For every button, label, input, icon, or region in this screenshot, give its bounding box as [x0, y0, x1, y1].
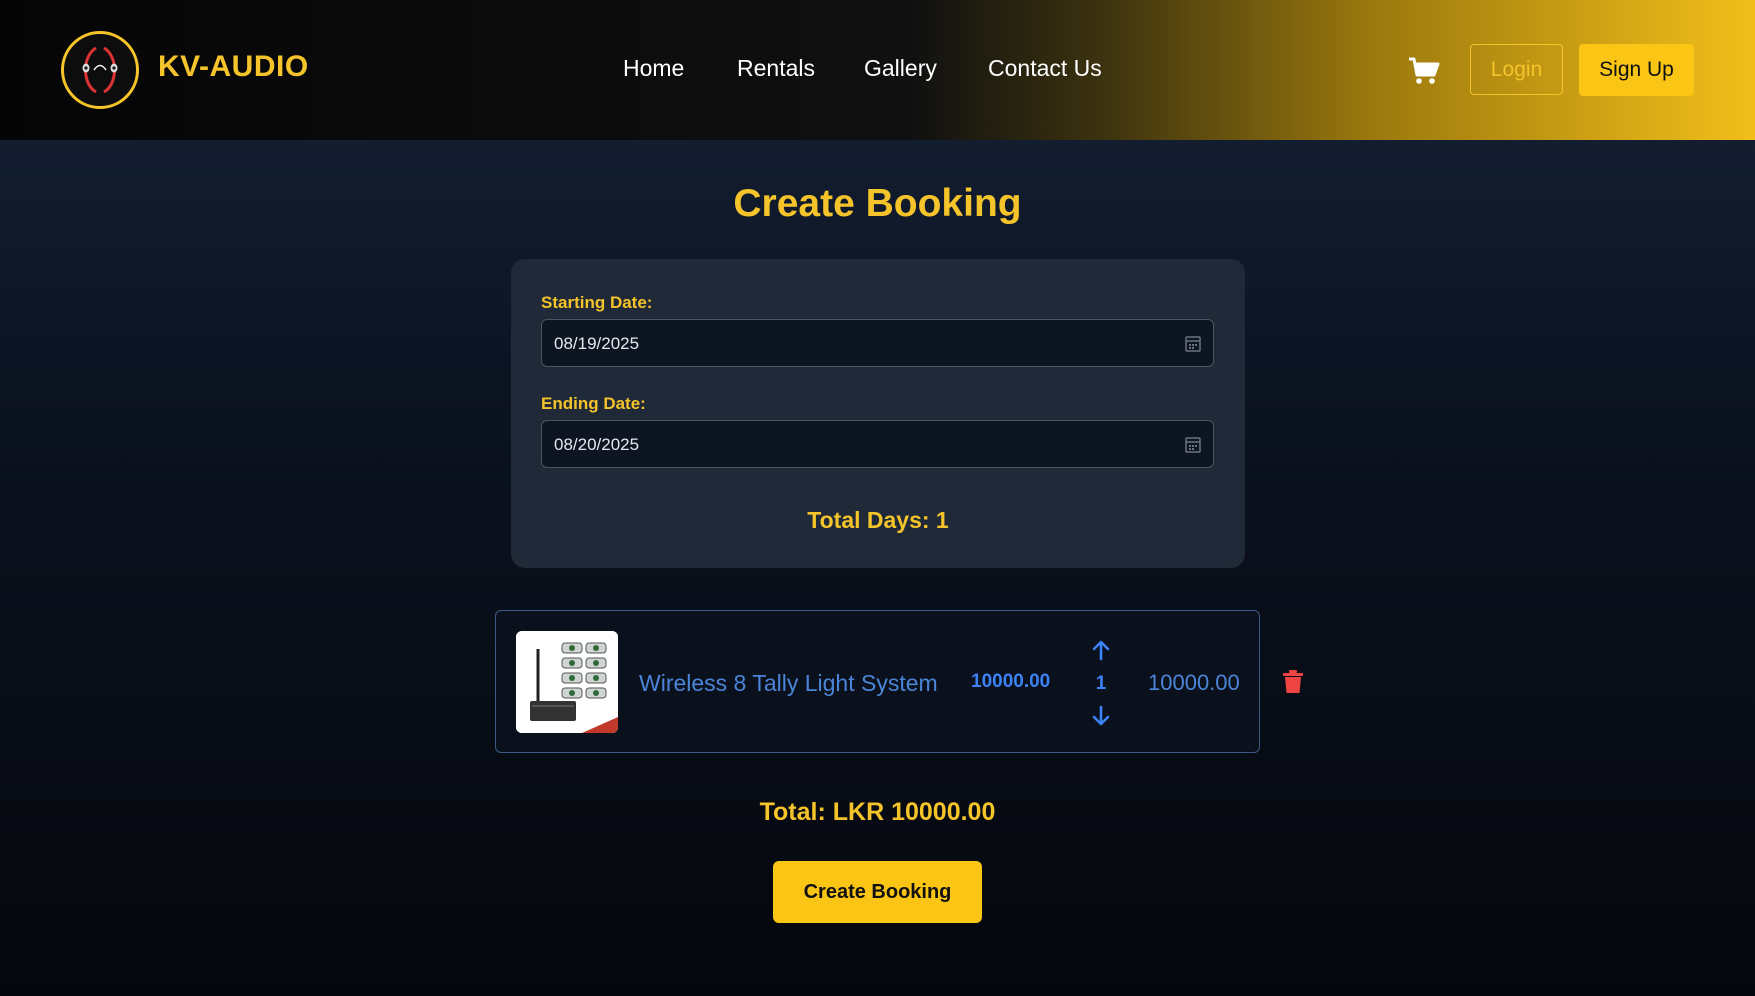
login-button[interactable]: Login [1470, 44, 1563, 95]
nav-contact-us[interactable]: Contact Us [988, 55, 1102, 82]
nav-rentals[interactable]: Rentals [737, 55, 815, 82]
arrow-down-icon[interactable] [1090, 705, 1112, 727]
signup-button[interactable]: Sign Up [1579, 44, 1694, 96]
create-booking-button[interactable]: Create Booking [773, 861, 982, 923]
arrow-up-icon[interactable] [1090, 639, 1112, 661]
end-date-value: 08/20/2025 [554, 435, 640, 454]
end-date-label: Ending Date: [541, 394, 646, 413]
grand-total: Total: LKR 10000.00 [759, 798, 996, 826]
item-name[interactable]: Wireless 8 Tally Light System [639, 670, 938, 697]
item-quantity: 1 [1095, 673, 1107, 694]
start-date-input[interactable]: 08/19/2025 [541, 319, 1214, 367]
shopping-cart-icon[interactable] [1408, 56, 1440, 86]
trash-icon[interactable] [1283, 670, 1303, 693]
page-title: Create Booking [733, 182, 1022, 225]
end-date-input[interactable]: 08/20/2025 [541, 420, 1214, 468]
cart-item: Wireless 8 Tally Light System 10000.00 1… [495, 610, 1260, 753]
product-image [516, 631, 618, 733]
nav-home[interactable]: Home [623, 55, 684, 82]
nav-gallery[interactable]: Gallery [864, 55, 937, 82]
item-subtotal: 10000.00 [1148, 670, 1240, 695]
start-date-value: 08/19/2025 [554, 334, 640, 353]
calendar-icon[interactable] [1185, 436, 1201, 453]
calendar-icon[interactable] [1185, 335, 1201, 352]
item-unit-price: 10000.00 [971, 671, 1051, 692]
start-date-label: Starting Date: [541, 293, 653, 312]
tally-light-product-icon [516, 631, 618, 733]
booking-dates-card: Starting Date: 08/19/2025 Ending Date: 0… [511, 259, 1245, 568]
top-navbar: KV-AUDIO Home Rentals Gallery Contact Us… [0, 0, 1755, 140]
total-days: Total Days: 1 [807, 507, 949, 533]
